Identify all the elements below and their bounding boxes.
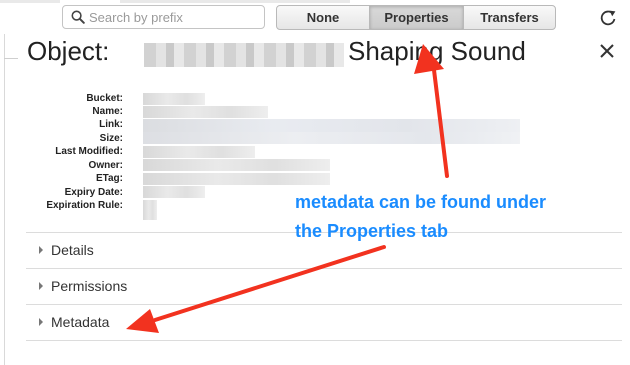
title-suffix: Shaping Sound bbox=[348, 36, 526, 66]
property-row: Owner: bbox=[0, 160, 123, 173]
refresh-icon[interactable] bbox=[598, 8, 618, 28]
annotation-line: the Properties tab bbox=[295, 221, 449, 241]
section-label: Details bbox=[51, 242, 94, 258]
property-label: Owner: bbox=[88, 160, 123, 171]
section-divider bbox=[26, 340, 622, 341]
annotation-line: metadata can be found under bbox=[295, 192, 547, 212]
caret-right-icon bbox=[39, 282, 43, 290]
property-row: Size: bbox=[0, 133, 123, 146]
redacted-value bbox=[143, 119, 520, 132]
property-label: Size: bbox=[99, 133, 123, 144]
title-prefix: Object: bbox=[27, 36, 110, 66]
redacted-value bbox=[143, 132, 520, 144]
view-tab-group: None Properties Transfers bbox=[276, 5, 556, 30]
property-label: Link: bbox=[99, 119, 123, 130]
section-label: Permissions bbox=[51, 278, 128, 294]
redacted-value bbox=[143, 159, 330, 171]
redacted-value bbox=[143, 93, 205, 105]
redacted-value bbox=[143, 173, 330, 185]
top-edge-segment bbox=[0, 0, 60, 3]
property-label: Last Modified: bbox=[55, 146, 123, 157]
section-permissions[interactable]: Permissions bbox=[26, 268, 622, 304]
redacted-value bbox=[143, 146, 255, 158]
redacted-value bbox=[143, 186, 205, 198]
caret-right-icon bbox=[39, 318, 43, 326]
property-label: Expiration Rule: bbox=[46, 200, 123, 211]
redacted-title-part bbox=[144, 43, 344, 67]
tab-properties[interactable]: Properties bbox=[370, 6, 464, 29]
property-label: Name: bbox=[92, 106, 123, 117]
caret-right-icon bbox=[39, 246, 43, 254]
property-row: Expiry Date: bbox=[0, 187, 123, 200]
property-row: Bucket: bbox=[0, 93, 123, 106]
property-label: Expiry Date: bbox=[64, 187, 123, 198]
section-label: Metadata bbox=[51, 314, 110, 330]
left-divider-tick bbox=[4, 58, 18, 59]
property-row: Expiration Rule: bbox=[0, 200, 123, 213]
property-label: Bucket: bbox=[86, 93, 123, 104]
property-row: Last Modified: bbox=[0, 146, 123, 159]
search-box[interactable] bbox=[62, 5, 265, 29]
section-metadata[interactable]: Metadata bbox=[26, 304, 622, 340]
property-row: Name: bbox=[0, 106, 123, 119]
object-title: Object: Shaping Sound bbox=[27, 34, 627, 72]
property-label: ETag: bbox=[95, 173, 123, 184]
annotation-text: metadata can be found under the Properti… bbox=[295, 188, 625, 246]
tab-transfers[interactable]: Transfers bbox=[464, 6, 555, 29]
top-edge-segment bbox=[120, 0, 350, 3]
search-input[interactable] bbox=[89, 8, 259, 26]
close-icon[interactable] bbox=[598, 42, 616, 60]
property-row: Link: bbox=[0, 119, 123, 132]
redacted-value bbox=[143, 106, 268, 118]
top-edge-strip bbox=[0, 0, 630, 3]
redacted-value bbox=[143, 200, 157, 220]
tab-none[interactable]: None bbox=[277, 6, 370, 29]
property-row: ETag: bbox=[0, 173, 123, 186]
search-icon bbox=[71, 10, 85, 29]
